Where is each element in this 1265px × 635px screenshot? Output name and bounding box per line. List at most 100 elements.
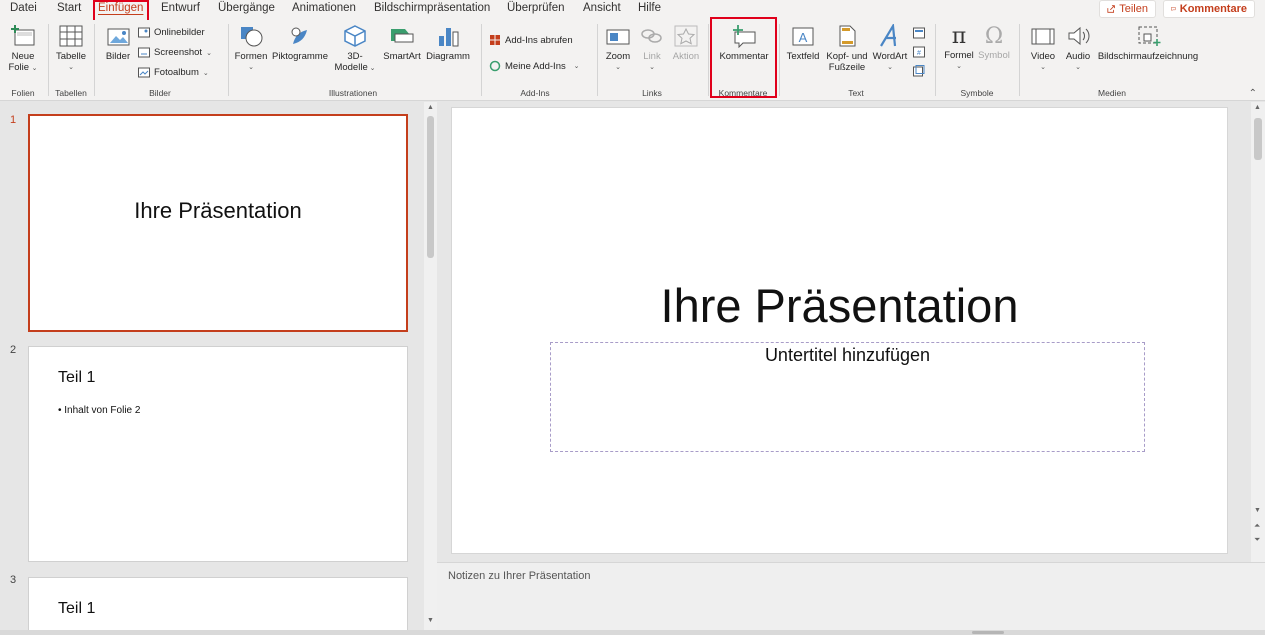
current-slide[interactable]: Ihre Präsentation Untertitel hinzufügen	[451, 107, 1228, 554]
comments-button[interactable]: Kommentare	[1163, 0, 1255, 18]
group-label-links: Links	[642, 88, 662, 98]
tab-datei[interactable]: Datei	[10, 2, 37, 14]
smartart-button[interactable]: SmartArt	[380, 24, 424, 74]
thumbnail-heading: Teil 1	[58, 600, 96, 617]
screenshot-icon	[138, 47, 150, 58]
notes-pane[interactable]: Notizen zu Ihrer Präsentation	[437, 562, 1265, 630]
chevron-down-icon: ⌄	[956, 63, 962, 70]
online-pictures-button[interactable]: Onlinebilder	[138, 27, 205, 38]
screenshot-button[interactable]: Screenshot ⌄	[138, 47, 212, 58]
collapse-ribbon-icon[interactable]: ⌃	[1249, 88, 1257, 99]
link-icon	[641, 29, 662, 43]
editor-scrollbar[interactable]: ▲ ▼ ⏶ ⏷	[1251, 102, 1265, 562]
slide-title[interactable]: Ihre Präsentation	[452, 278, 1227, 333]
smartart-label: SmartArt	[383, 51, 421, 62]
screen-recording-button[interactable]: Bildschirmaufzeichnung	[1096, 24, 1200, 74]
thumbnail-title: Ihre Präsentation	[134, 198, 302, 223]
group-separator	[94, 24, 95, 96]
group-separator	[708, 24, 709, 96]
zoom-button[interactable]: Zoom ⌄	[603, 24, 633, 84]
tab-start[interactable]: Start	[57, 2, 81, 14]
chart-button[interactable]: Diagramm	[424, 24, 472, 74]
table-button[interactable]: Tabelle ⌄	[53, 24, 89, 80]
chevron-down-icon: ⌄	[649, 64, 655, 71]
group-separator	[1019, 24, 1020, 96]
scrollbar-thumb[interactable]	[427, 116, 434, 258]
tab-ueberpruefen[interactable]: Überprüfen	[507, 2, 565, 14]
pi-icon: π	[951, 24, 967, 49]
tab-entwurf[interactable]: Entwurf	[161, 2, 200, 14]
scrollbar-thumb[interactable]	[1254, 118, 1262, 160]
comments-label: Kommentare	[1179, 3, 1247, 15]
audio-button[interactable]: Audio ⌄	[1062, 24, 1094, 84]
group-label-folien: Folien	[11, 88, 35, 98]
get-addins-button[interactable]: Add-Ins abrufen	[489, 34, 573, 46]
next-slide-icon[interactable]: ⏷	[1254, 535, 1260, 545]
tab-hilfe[interactable]: Hilfe	[638, 2, 661, 14]
audio-label: Audio	[1065, 51, 1091, 62]
tab-bildschirmpraesentation[interactable]: Bildschirmpräsentation	[374, 2, 490, 14]
share-button[interactable]: Teilen	[1099, 0, 1156, 18]
my-addins-button[interactable]: Meine Add-Ins ⌄	[489, 60, 580, 72]
new-slide-button[interactable]: Neue Folie ⌄	[6, 24, 40, 80]
slide-number-button[interactable]: #	[913, 45, 925, 58]
action-button[interactable]: Aktion	[670, 24, 702, 74]
group-label-text: Text	[848, 88, 864, 98]
thumbnail-bullet: • Inhalt von Folie 2	[58, 405, 141, 416]
svg-text:A: A	[799, 30, 808, 45]
shapes-button[interactable]: Formen ⌄	[233, 24, 269, 84]
chevron-down-icon: ⌄	[1075, 64, 1081, 71]
scroll-down-icon[interactable]: ▼	[1254, 507, 1261, 514]
ribbon: Neue Folie ⌄ Folien Tabelle ⌄ Tabellen B…	[0, 17, 1265, 101]
header-footer-icon	[839, 25, 856, 47]
3d-models-button[interactable]: 3D- Modelle ⌄	[333, 24, 377, 86]
slide-thumbnail-1[interactable]: Ihre Präsentation	[28, 114, 408, 332]
tab-uebergaenge[interactable]: Übergänge	[218, 2, 275, 14]
link-button[interactable]: Link ⌄	[638, 24, 666, 84]
scroll-up-icon[interactable]: ▲	[1254, 104, 1261, 111]
equation-button[interactable]: π Formel ⌄	[942, 24, 976, 84]
thumbnail-scrollbar[interactable]: ▲ ▼	[424, 102, 437, 630]
share-label: Teilen	[1119, 3, 1148, 15]
object-icon	[913, 65, 925, 77]
previous-slide-icon[interactable]: ⏶	[1254, 521, 1260, 531]
tab-ansicht[interactable]: Ansicht	[583, 2, 621, 14]
3d-models-label: 3D-	[347, 51, 363, 62]
subtitle-placeholder[interactable]: Untertitel hinzufügen	[550, 342, 1145, 452]
wordart-label: WordArt	[872, 51, 908, 62]
textbox-button[interactable]: A Textfeld	[785, 24, 821, 74]
highlight-kommentar-group	[710, 17, 777, 98]
symbol-button[interactable]: Ω Symbol	[976, 24, 1012, 74]
video-button[interactable]: Video ⌄	[1026, 24, 1060, 84]
photo-album-button[interactable]: Fotoalbum ⌄	[138, 67, 209, 78]
group-separator	[48, 24, 49, 96]
new-slide-icon	[11, 25, 35, 46]
shapes-icon	[241, 27, 263, 47]
date-time-button[interactable]	[913, 26, 925, 39]
slide-thumbnail-2[interactable]: Teil 1 • Inhalt von Folie 2	[28, 346, 408, 562]
chart-label: Diagramm	[426, 51, 470, 62]
scroll-up-icon[interactable]: ▲	[427, 104, 434, 111]
tab-animationen[interactable]: Animationen	[292, 2, 356, 14]
slide-thumbnail-3[interactable]: Teil 1	[28, 577, 408, 630]
scroll-down-icon[interactable]: ▼	[427, 617, 434, 624]
slide-number: 3	[10, 574, 17, 586]
slide-number: 2	[10, 344, 17, 356]
object-button[interactable]	[913, 64, 925, 77]
star-icon	[674, 25, 698, 47]
pictures-button[interactable]: Bilder	[102, 24, 134, 74]
wordart-button[interactable]: WordArt ⌄	[870, 24, 910, 84]
menu-bar: Datei Start Einfügen Entwurf Übergänge A…	[0, 0, 1265, 22]
group-label-bilder: Bilder	[149, 88, 171, 98]
group-label-addins: Add-Ins	[520, 88, 550, 98]
table-label: Tabelle	[55, 51, 87, 62]
group-label-medien: Medien	[1098, 88, 1126, 98]
online-pictures-icon	[138, 27, 150, 38]
symbol-label: Symbol	[978, 50, 1010, 61]
group-separator	[481, 24, 482, 96]
icons-button[interactable]: Piktogramme	[271, 24, 329, 74]
chevron-down-icon: ⌄	[615, 64, 621, 71]
online-pictures-label: Onlinebilder	[154, 27, 205, 38]
notes-resize-handle[interactable]	[972, 631, 1004, 634]
header-footer-button[interactable]: Kopf- und Fußzeile	[824, 24, 870, 86]
